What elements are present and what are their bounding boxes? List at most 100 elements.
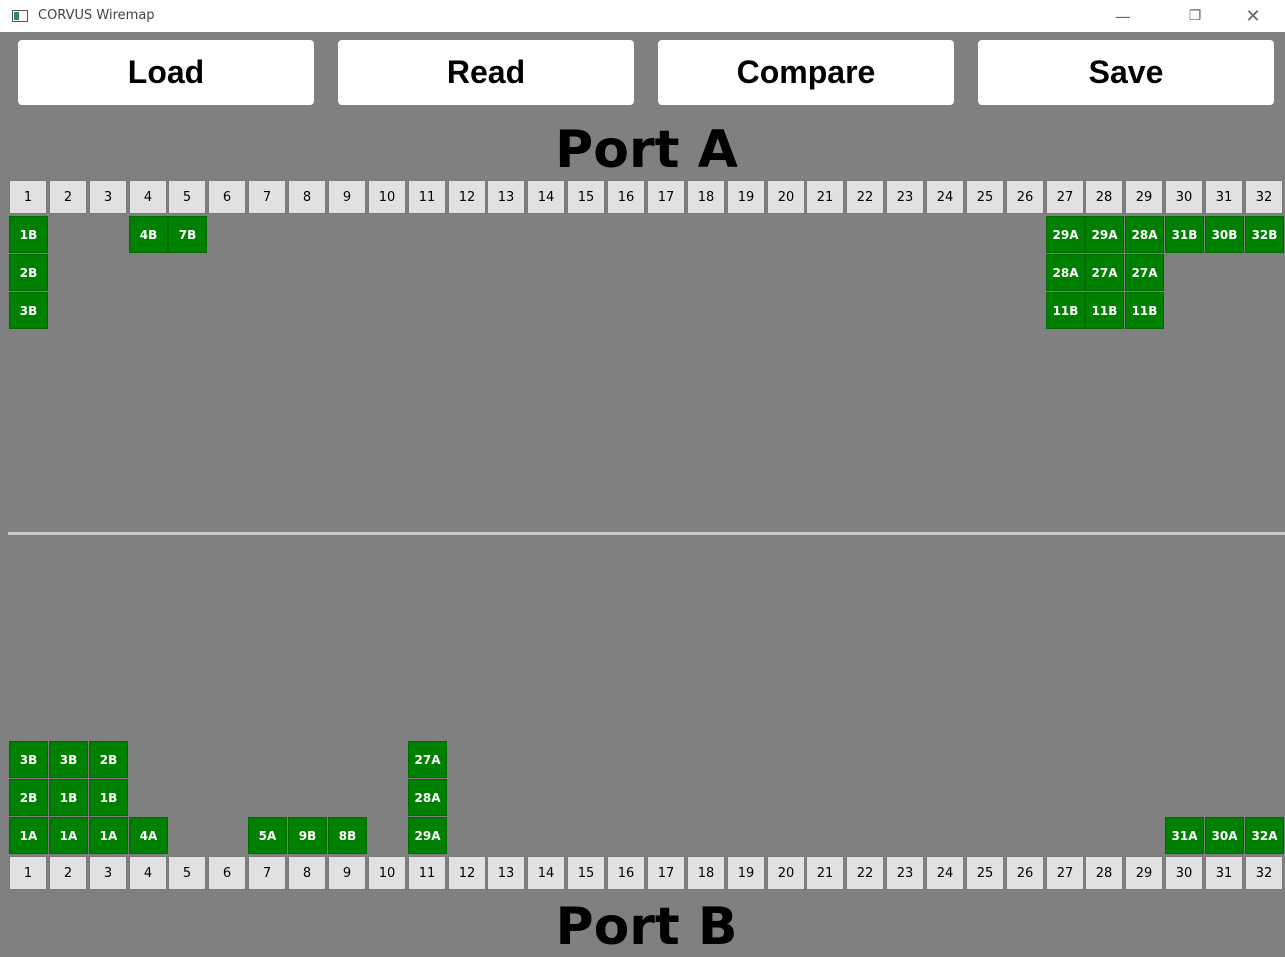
pin-number-port-b-20: 20 — [767, 856, 805, 890]
pin-number-port-b-27: 27 — [1046, 856, 1084, 890]
pin-number-port-b-4: 4 — [129, 856, 167, 890]
wire-cell[interactable]: 3B — [49, 741, 88, 778]
wire-cell[interactable]: 27A — [1085, 254, 1124, 291]
pin-number-port-a-21: 21 — [806, 180, 844, 214]
wire-cell[interactable]: 30A — [1205, 817, 1244, 854]
wire-cell[interactable]: 1A — [89, 817, 128, 854]
wire-cell[interactable]: 4B — [129, 216, 168, 253]
wire-cell[interactable]: 11B — [1085, 292, 1124, 329]
pin-number-port-a-15: 15 — [567, 180, 605, 214]
restore-icon[interactable]: ❐ — [1172, 0, 1218, 32]
wiremap-panel: Load Read Compare Save Port A 1234567891… — [8, 32, 1285, 957]
pin-number-port-a-23: 23 — [886, 180, 924, 214]
wire-cell[interactable]: 29A — [1046, 216, 1085, 253]
wire-cell[interactable]: 2B — [89, 741, 128, 778]
wire-cell[interactable]: 5A — [248, 817, 287, 854]
pin-number-port-b-9: 9 — [328, 856, 366, 890]
wire-cell[interactable]: 4A — [129, 817, 168, 854]
wire-cell[interactable]: 29A — [408, 817, 447, 854]
app-icon — [12, 10, 28, 22]
pin-number-port-b-21: 21 — [806, 856, 844, 890]
wire-cell[interactable]: 32B — [1245, 216, 1284, 253]
pin-number-port-a-31: 31 — [1205, 180, 1243, 214]
wire-cell[interactable]: 29A — [1085, 216, 1124, 253]
pin-number-port-a-9: 9 — [328, 180, 366, 214]
pin-number-port-b-6: 6 — [208, 856, 246, 890]
pin-number-port-a-1: 1 — [9, 180, 47, 214]
wire-cell[interactable]: 1B — [89, 779, 128, 816]
wire-cell[interactable]: 8B — [328, 817, 367, 854]
pin-number-port-a-29: 29 — [1125, 180, 1163, 214]
wire-cell[interactable]: 2B — [9, 254, 48, 291]
pin-number-port-b-28: 28 — [1085, 856, 1123, 890]
pin-number-port-a-32: 32 — [1245, 180, 1283, 214]
wire-cell[interactable]: 28A — [1046, 254, 1085, 291]
wire-cell[interactable]: 31A — [1165, 817, 1204, 854]
wire-cell[interactable]: 28A — [408, 779, 447, 816]
pin-number-port-b-10: 10 — [368, 856, 406, 890]
wire-cell[interactable]: 3B — [9, 292, 48, 329]
pin-number-port-a-8: 8 — [288, 180, 326, 214]
pin-number-port-a-2: 2 — [49, 180, 87, 214]
wire-cell[interactable]: 11B — [1046, 292, 1085, 329]
port-a-title: Port A — [555, 120, 738, 180]
wire-cell[interactable]: 11B — [1125, 292, 1164, 329]
pin-number-port-a-3: 3 — [89, 180, 127, 214]
pin-number-port-b-13: 13 — [487, 856, 525, 890]
wire-cell[interactable]: 7B — [168, 216, 207, 253]
load-button[interactable]: Load — [18, 40, 314, 105]
wire-cell[interactable]: 1B — [49, 779, 88, 816]
save-button[interactable]: Save — [978, 40, 1274, 105]
pin-number-port-b-2: 2 — [49, 856, 87, 890]
pin-number-port-a-4: 4 — [129, 180, 167, 214]
wire-cell[interactable]: 28A — [1125, 216, 1164, 253]
wire-cell[interactable]: 1A — [9, 817, 48, 854]
wire-cell[interactable]: 27A — [1125, 254, 1164, 291]
close-icon[interactable]: ✕ — [1230, 0, 1276, 32]
pin-number-port-b-23: 23 — [886, 856, 924, 890]
read-button[interactable]: Read — [338, 40, 634, 105]
pin-number-port-b-19: 19 — [727, 856, 765, 890]
pin-number-port-a-26: 26 — [1006, 180, 1044, 214]
pin-number-port-a-12: 12 — [448, 180, 486, 214]
pin-number-port-a-7: 7 — [248, 180, 286, 214]
pin-number-port-b-25: 25 — [966, 856, 1004, 890]
wire-cell[interactable]: 1A — [49, 817, 88, 854]
pin-number-port-a-24: 24 — [926, 180, 964, 214]
pin-number-port-a-27: 27 — [1046, 180, 1084, 214]
pin-number-port-b-30: 30 — [1165, 856, 1203, 890]
pin-number-port-b-22: 22 — [846, 856, 884, 890]
pin-number-port-b-12: 12 — [448, 856, 486, 890]
pin-number-port-a-19: 19 — [727, 180, 765, 214]
wire-cell[interactable]: 9B — [288, 817, 327, 854]
pin-number-port-a-5: 5 — [168, 180, 206, 214]
pin-number-port-a-6: 6 — [208, 180, 246, 214]
wire-cell[interactable]: 1B — [9, 216, 48, 253]
wire-cell[interactable]: 30B — [1205, 216, 1244, 253]
minimize-icon[interactable]: — — [1100, 0, 1146, 32]
pin-number-port-b-18: 18 — [687, 856, 725, 890]
pin-number-port-b-16: 16 — [607, 856, 645, 890]
pin-number-port-a-14: 14 — [527, 180, 565, 214]
pin-number-port-b-8: 8 — [288, 856, 326, 890]
pin-number-port-b-3: 3 — [89, 856, 127, 890]
pin-number-port-b-32: 32 — [1245, 856, 1283, 890]
pin-number-port-b-1: 1 — [9, 856, 47, 890]
wire-cell[interactable]: 31B — [1165, 216, 1204, 253]
wire-cell[interactable]: 27A — [408, 741, 447, 778]
wire-cell[interactable]: 2B — [9, 779, 48, 816]
pin-number-port-a-30: 30 — [1165, 180, 1203, 214]
pin-number-port-b-24: 24 — [926, 856, 964, 890]
pin-number-port-a-17: 17 — [647, 180, 685, 214]
pin-number-port-b-26: 26 — [1006, 856, 1044, 890]
pin-number-port-b-15: 15 — [567, 856, 605, 890]
pin-number-port-a-20: 20 — [767, 180, 805, 214]
pin-number-port-b-29: 29 — [1125, 856, 1163, 890]
wire-cell[interactable]: 3B — [9, 741, 48, 778]
pin-number-port-b-31: 31 — [1205, 856, 1243, 890]
pin-number-port-a-28: 28 — [1085, 180, 1123, 214]
wire-cell[interactable]: 32A — [1245, 817, 1284, 854]
pin-number-port-b-5: 5 — [168, 856, 206, 890]
pin-number-port-a-13: 13 — [487, 180, 525, 214]
compare-button[interactable]: Compare — [658, 40, 954, 105]
